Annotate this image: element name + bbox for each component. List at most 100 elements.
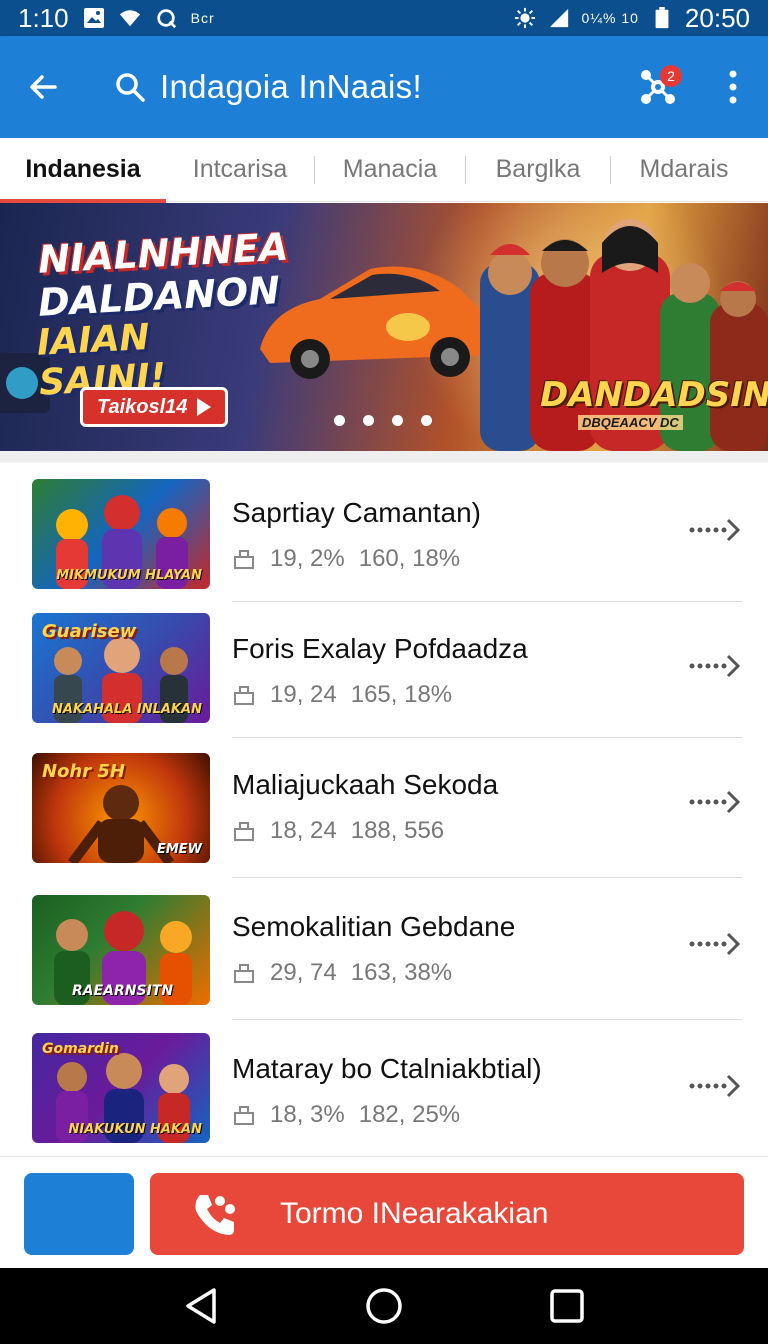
list-item-title: Mataray bo Ctalniakbtial) [232,1053,542,1084]
list-thumbnail: Guarisew NAKAHALA INLAKAN [32,613,210,723]
list-item[interactable]: Nohr 5H EMEW Maliajuckaah Sekoda 18, 24 … [0,737,768,878]
list-item-meta: 19, 24 165, 18% [232,681,452,709]
list-thumbnail: MIKMUKUM HLAYAN [32,479,210,589]
app-bar: Indagoia InNaais! 2 [0,36,768,138]
banner-headline: NIALNHNEA DALDANON IAIAN SAINI! [36,225,289,404]
list-item-stat-1: 29, 74 [270,959,337,986]
user-icon [234,964,254,983]
notification-badge: 2 [660,65,682,87]
thumbnail-caption: RAEARNSITN [72,983,174,999]
nav-home-button[interactable] [354,1276,414,1336]
list-item[interactable]: MIKMUKUM HLAYAN Saprtiay Camantan) 19, 2… [0,463,768,602]
search-query-text: Indagoia InNaais! [160,68,422,105]
overflow-menu-button[interactable] [698,36,768,138]
search-icon [116,73,145,102]
nav-recents-button[interactable] [537,1276,597,1336]
list-thumbnail: Gomardin NIAKUKUN HAKAN [32,1033,210,1143]
call-button[interactable]: Tormo INearakakian [150,1173,744,1255]
brightness-icon [514,7,535,29]
system-nav-bar [0,1268,768,1344]
sync-icon [156,9,176,29]
user-icon [234,822,254,841]
carousel-dot[interactable] [363,415,374,426]
image-icon [83,8,104,28]
list-item-title: Maliajuckaah Sekoda [232,769,499,800]
list-thumbnail: Nohr 5H EMEW [32,753,210,863]
tab-intcarisa[interactable]: Intcarisa [166,138,314,202]
phone-icon [190,1189,240,1239]
list-item[interactable]: Gomardin NIAKUKUN HAKAN Mataray bo Ctaln… [0,1019,768,1153]
list-item-stat-1: 18, 24 [270,817,337,844]
chevron-right-icon[interactable] [688,651,742,681]
more-vertical-icon [729,70,737,104]
secondary-action-button[interactable] [24,1173,134,1255]
signal-icon [549,8,568,28]
thumbnail-caption: EMEW [156,842,202,857]
sports-car-image [260,266,494,379]
thumbnail-title: Gomardin [42,1041,119,1057]
banner-cta-button[interactable]: Taikosl14 [80,387,229,427]
list-item-stat-2: 163, 38% [350,959,453,986]
thumbnail-title: Guarisew [42,621,137,642]
promo-banner[interactable]: NIALNHNEA DALDANON IAIAN SAINI! Taikosl1… [0,203,768,451]
triangle-back-icon [186,1288,217,1324]
circle-home-icon [366,1288,402,1324]
chevron-right-icon[interactable] [688,1071,742,1101]
country-tabs: Indanesia Intcarisa Manacia Barglka Mdar… [0,138,768,203]
thumbnail-caption: NIAKUKUN HAKAN [68,1122,202,1137]
list-item-stat-2: 188, 556 [350,817,445,844]
wifi-icon [119,10,140,27]
list-item[interactable]: Guarisew NAKAHALA INLAKAN Foris Exalay P… [0,601,768,738]
thumbnail-caption: MIKMUKUM HLAYAN [56,568,202,583]
tab-mdarais[interactable]: Mdarais [611,138,757,202]
carousel-dot[interactable] [421,415,432,426]
play-icon [197,398,212,416]
user-icon [234,1106,254,1125]
battery-icon [655,7,669,29]
user-icon [234,686,254,705]
carousel-dot[interactable] [392,415,403,426]
list-item-title: Foris Exalay Pofdaadza [232,633,528,664]
tab-indanesia[interactable]: Indanesia [0,138,166,203]
list-item-meta: 29, 74 163, 38% [232,959,452,987]
chevron-right-icon[interactable] [688,929,742,959]
back-button[interactable] [0,36,86,138]
square-recents-icon [549,1289,584,1323]
list-item-stat-1: 19, 24 [270,681,337,708]
list-item-meta: 19, 2% 160, 18% [232,545,460,573]
list-item-stat-1: 19, 2% [270,545,345,572]
status-time: 1:10 [18,2,69,33]
list-item-title: Semokalitian Gebdane [232,911,516,942]
list-item-meta: 18, 3% 182, 25% [232,1101,460,1129]
list-item-stat-2: 160, 18% [358,545,461,572]
user-icon [234,550,254,569]
network-settings-button[interactable]: 2 [622,51,694,123]
thumbnail-title: Nohr 5H [42,761,125,782]
tab-manacia[interactable]: Manacia [315,138,465,202]
list-item-stat-1: 18, 3% [270,1101,345,1128]
tab-barglka[interactable]: Barglka [466,138,610,202]
bottom-action-bar: Tormo INearakakian [0,1156,768,1268]
list-item-meta: 18, 24 188, 556 [232,817,444,845]
status-clock: 20:50 [684,2,750,33]
status-bar: 1:10 Bcr 0¼% 10 20:50 [0,0,768,36]
arrow-left-icon [30,75,57,99]
carousel-dot[interactable] [334,415,345,426]
call-button-label: Tormo INearakakian [280,1197,549,1230]
search-bar[interactable]: Indagoia InNaais! [114,68,622,106]
section-gap [0,451,768,463]
list-thumbnail: RAEARNSITN [32,895,210,1005]
banner-cta-label: Taikosl14 [97,395,188,418]
list-item-title: Saprtiay Camantan) [232,497,482,528]
list-item-stat-2: 165, 18% [350,681,453,708]
signal-label: 0¼% 10 [581,10,639,26]
banner-logo: DANDADSIN [540,375,768,415]
list-item-stat-2: 182, 25% [358,1101,461,1128]
chevron-right-icon[interactable] [688,515,742,545]
nav-back-button[interactable] [171,1276,231,1336]
chevron-right-icon[interactable] [688,787,742,817]
status-carrier: Bcr [190,10,215,26]
carousel-indicator [334,415,432,426]
thumbnail-caption: NAKAHALA INLAKAN [52,702,202,717]
list-item[interactable]: RAEARNSITN Semokalitian Gebdane 29, 74 1… [0,877,768,1020]
